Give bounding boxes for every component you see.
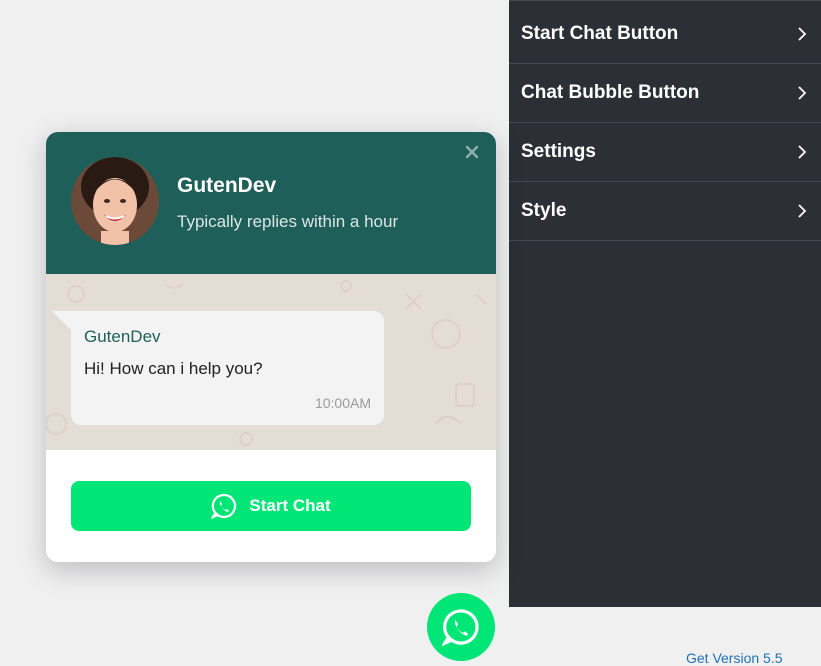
panel-item-start-chat-button[interactable]: Start Chat Button	[509, 5, 821, 64]
avatar	[71, 157, 159, 245]
message-text: Hi! How can i help you?	[84, 359, 263, 378]
message-time: 10:00AM	[314, 395, 371, 411]
chat-bubble-button[interactable]	[427, 593, 495, 661]
panel-item-label: Chat Bubble Button	[521, 82, 700, 103]
chat-body: GutenDev Hi! How can i help you? 10:00AM	[46, 274, 496, 450]
panel-item-label: Start Chat Button	[521, 23, 679, 44]
chevron-right-icon	[798, 86, 807, 100]
start-chat-button[interactable]: Start Chat	[71, 481, 471, 531]
panel-item-label: Style	[521, 200, 567, 221]
panel-item-style[interactable]: Style	[509, 182, 821, 241]
chat-footer: Start Chat	[46, 450, 496, 562]
message-sender: GutenDev	[84, 327, 161, 346]
whatsapp-icon	[211, 493, 237, 519]
chat-contact-name: GutenDev	[177, 174, 277, 197]
message-bubble: GutenDev Hi! How can i help you? 10:00AM	[71, 311, 384, 425]
chat-header: GutenDev Typically replies within a hour	[46, 132, 496, 274]
chat-contact-status: Typically replies within a hour	[177, 212, 399, 231]
panel-item-chat-bubble-button[interactable]: Chat Bubble Button	[509, 64, 821, 123]
panel-item-settings[interactable]: Settings	[509, 123, 821, 182]
chevron-right-icon	[798, 145, 807, 159]
start-chat-label: Start Chat	[249, 496, 331, 515]
chevron-right-icon	[798, 204, 807, 218]
version-link[interactable]: Get Version 5.5	[686, 650, 783, 666]
panel-item-label: Settings	[521, 141, 596, 162]
chevron-right-icon	[798, 27, 807, 41]
chat-widget: GutenDev Typically replies within a hour…	[46, 132, 496, 562]
whatsapp-icon	[442, 609, 479, 646]
bubble-tail	[52, 311, 72, 331]
settings-panel: Start Chat Button Chat Bubble Button Set…	[509, 0, 821, 607]
close-icon[interactable]	[464, 144, 480, 160]
